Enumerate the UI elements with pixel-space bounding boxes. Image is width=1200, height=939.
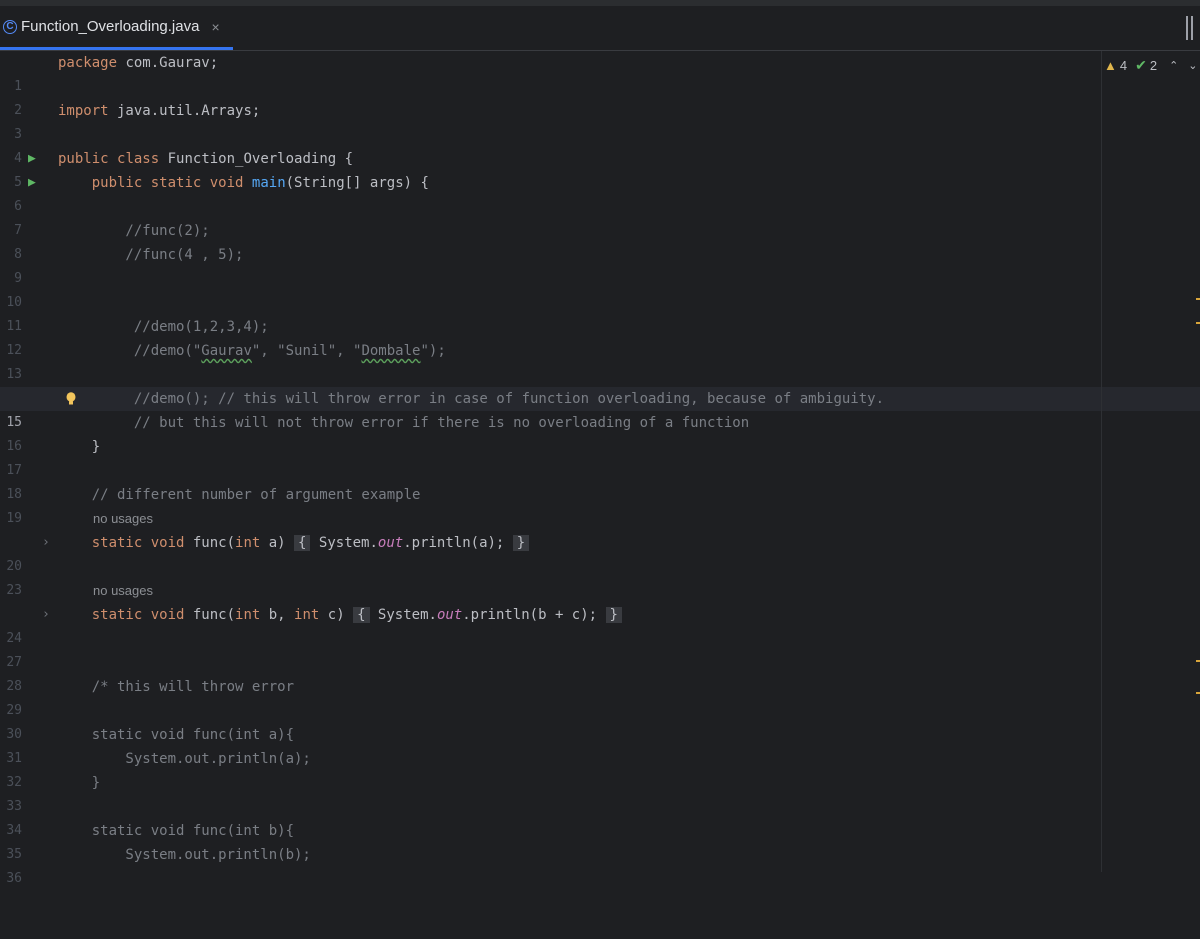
code-comment: // but this will not throw error if ther… xyxy=(58,415,750,431)
code-line[interactable]: 27 xyxy=(0,627,1200,670)
typo-underline: Dombale xyxy=(361,343,421,359)
code-line-current[interactable]: 15 //demo(); // this will throw error in… xyxy=(0,387,1200,430)
code-line[interactable]: 18 xyxy=(0,459,1200,502)
code-line[interactable]: 4 xyxy=(0,123,1200,166)
code-text: public class Function_Overloading { xyxy=(58,151,354,167)
code-line[interactable]: 20 › static void func(int a) { System.ou… xyxy=(0,531,1200,574)
code-line[interactable]: 19 // different number of argument examp… xyxy=(0,483,1200,526)
code-line[interactable]: 9 //func(4 , 5); xyxy=(0,243,1200,286)
code-line[interactable]: 33 } xyxy=(0,771,1200,814)
code-comment: System.out.println(a); xyxy=(58,751,311,767)
code-line[interactable]: 6 ▶ public static void main(String[] arg… xyxy=(0,171,1200,214)
code-editor[interactable]: 1 package com.Gaurav; 2 3 import java.ut… xyxy=(0,51,1200,886)
code-text: public static void main(String[] args) { xyxy=(91,175,429,191)
code-line[interactable]: 2 xyxy=(0,75,1200,118)
code-comment: //func(4 , 5); xyxy=(58,247,244,263)
typo-underline: Gaurav xyxy=(201,343,252,359)
code-comment: //demo(1,2,3,4); xyxy=(58,319,269,335)
tab-overflow-icon[interactable] xyxy=(1186,16,1198,40)
class-c-icon: C xyxy=(3,19,17,34)
code-line[interactable]: 16 // but this will not throw error if t… xyxy=(0,411,1200,454)
code-text: static void func(int b, int c) { System.… xyxy=(58,603,622,627)
fold-chevron-icon[interactable]: › xyxy=(42,531,50,555)
tab-label: Function_Overloading.java xyxy=(21,18,200,35)
code-line[interactable]: 31 static void func(int a){ xyxy=(0,723,1200,766)
code-line[interactable]: 5 ▶ public class Function_Overloading { xyxy=(0,147,1200,190)
weak-warning-count: 2 xyxy=(1149,57,1158,73)
code-comment: /* this will throw error xyxy=(58,679,295,695)
close-icon[interactable]: × xyxy=(211,19,219,35)
usage-hint[interactable]: no usages xyxy=(93,579,153,603)
code-line[interactable]: 10 xyxy=(0,267,1200,310)
tab-function-overloading[interactable]: C Function_Overloading.java × xyxy=(0,6,233,50)
error-stripe-marker[interactable] xyxy=(1196,298,1200,300)
error-stripe-marker[interactable] xyxy=(1196,692,1200,694)
error-stripe-marker[interactable] xyxy=(1196,660,1200,662)
warning-count: 4 xyxy=(1119,57,1128,73)
code-line[interactable]: 34 xyxy=(0,795,1200,838)
code-line[interactable]: 1 package com.Gaurav; xyxy=(0,51,1200,94)
code-line[interactable]: 8 //func(2); xyxy=(0,219,1200,262)
code-comment: System.out.println(b); xyxy=(58,847,311,863)
chevron-up-icon[interactable]: ⌃ xyxy=(1169,59,1178,72)
code-line[interactable]: 13 //demo("Gaurav", "Sunil", "Dombale"); xyxy=(0,339,1200,382)
warning-icon: ▲ xyxy=(1104,57,1117,73)
right-margin-guide xyxy=(1101,51,1102,872)
code-comment: // different number of argument example xyxy=(58,487,421,503)
code-line[interactable]: 35 static void func(int b){ xyxy=(0,819,1200,862)
code-comment: //func(2); xyxy=(58,223,210,239)
folded-region[interactable]: { xyxy=(294,535,311,551)
inspection-widget[interactable]: ▲ 4 ✔ 2 ⌃ ⌄ xyxy=(1104,57,1198,73)
code-comment: //demo("Gaurav", "Sunil", "Dombale"); xyxy=(58,343,446,359)
code-line[interactable]: 28 xyxy=(0,651,1200,694)
editor-tab-bar: C Function_Overloading.java × xyxy=(0,6,1200,51)
folded-region[interactable]: } xyxy=(605,607,622,623)
code-text: package com.Gaurav; xyxy=(58,55,219,71)
code-line[interactable]: 32 System.out.println(a); xyxy=(0,747,1200,790)
line-number: 19 xyxy=(6,511,22,526)
code-comment: } xyxy=(58,775,101,791)
check-icon: ✔ xyxy=(1135,56,1147,73)
run-icon[interactable]: ▶ xyxy=(28,147,36,171)
code-comment: static void func(int a){ xyxy=(58,727,295,743)
folded-region[interactable]: } xyxy=(512,535,530,551)
code-line[interactable]: 14 xyxy=(0,363,1200,406)
code-line[interactable]: 36 System.out.println(b); xyxy=(0,843,1200,886)
run-icon[interactable]: ▶ xyxy=(28,171,36,195)
code-comment: //demo(); // this will throw error in ca… xyxy=(58,391,885,407)
usage-hint[interactable]: no usages xyxy=(93,507,153,531)
code-line[interactable]: 12 //demo(1,2,3,4); xyxy=(0,315,1200,358)
code-text: static void func(int a) { System.out.pri… xyxy=(58,531,530,555)
chevron-down-icon[interactable]: ⌄ xyxy=(1188,59,1197,72)
line-number: 36 xyxy=(6,871,22,886)
folded-region[interactable]: { xyxy=(353,607,370,623)
code-line[interactable]: 7 xyxy=(0,195,1200,238)
error-stripe-marker[interactable] xyxy=(1196,322,1200,324)
code-line[interactable]: 29 /* this will throw error xyxy=(0,675,1200,718)
code-line[interactable]: 11 xyxy=(0,291,1200,334)
code-line[interactable]: 17 } xyxy=(0,435,1200,478)
code-line[interactable]: 24 › static void func(int b, int c) { Sy… xyxy=(0,603,1200,646)
code-text: import java.util.Arrays; xyxy=(58,103,261,119)
fold-chevron-icon[interactable]: › xyxy=(42,603,50,627)
code-line[interactable]: 3 import java.util.Arrays; xyxy=(0,99,1200,142)
code-text: } xyxy=(58,439,101,455)
code-comment: static void func(int b){ xyxy=(58,823,295,839)
code-line[interactable]: 23 xyxy=(0,555,1200,598)
code-line[interactable]: 30 xyxy=(0,699,1200,742)
line-number: 23 xyxy=(6,583,22,598)
